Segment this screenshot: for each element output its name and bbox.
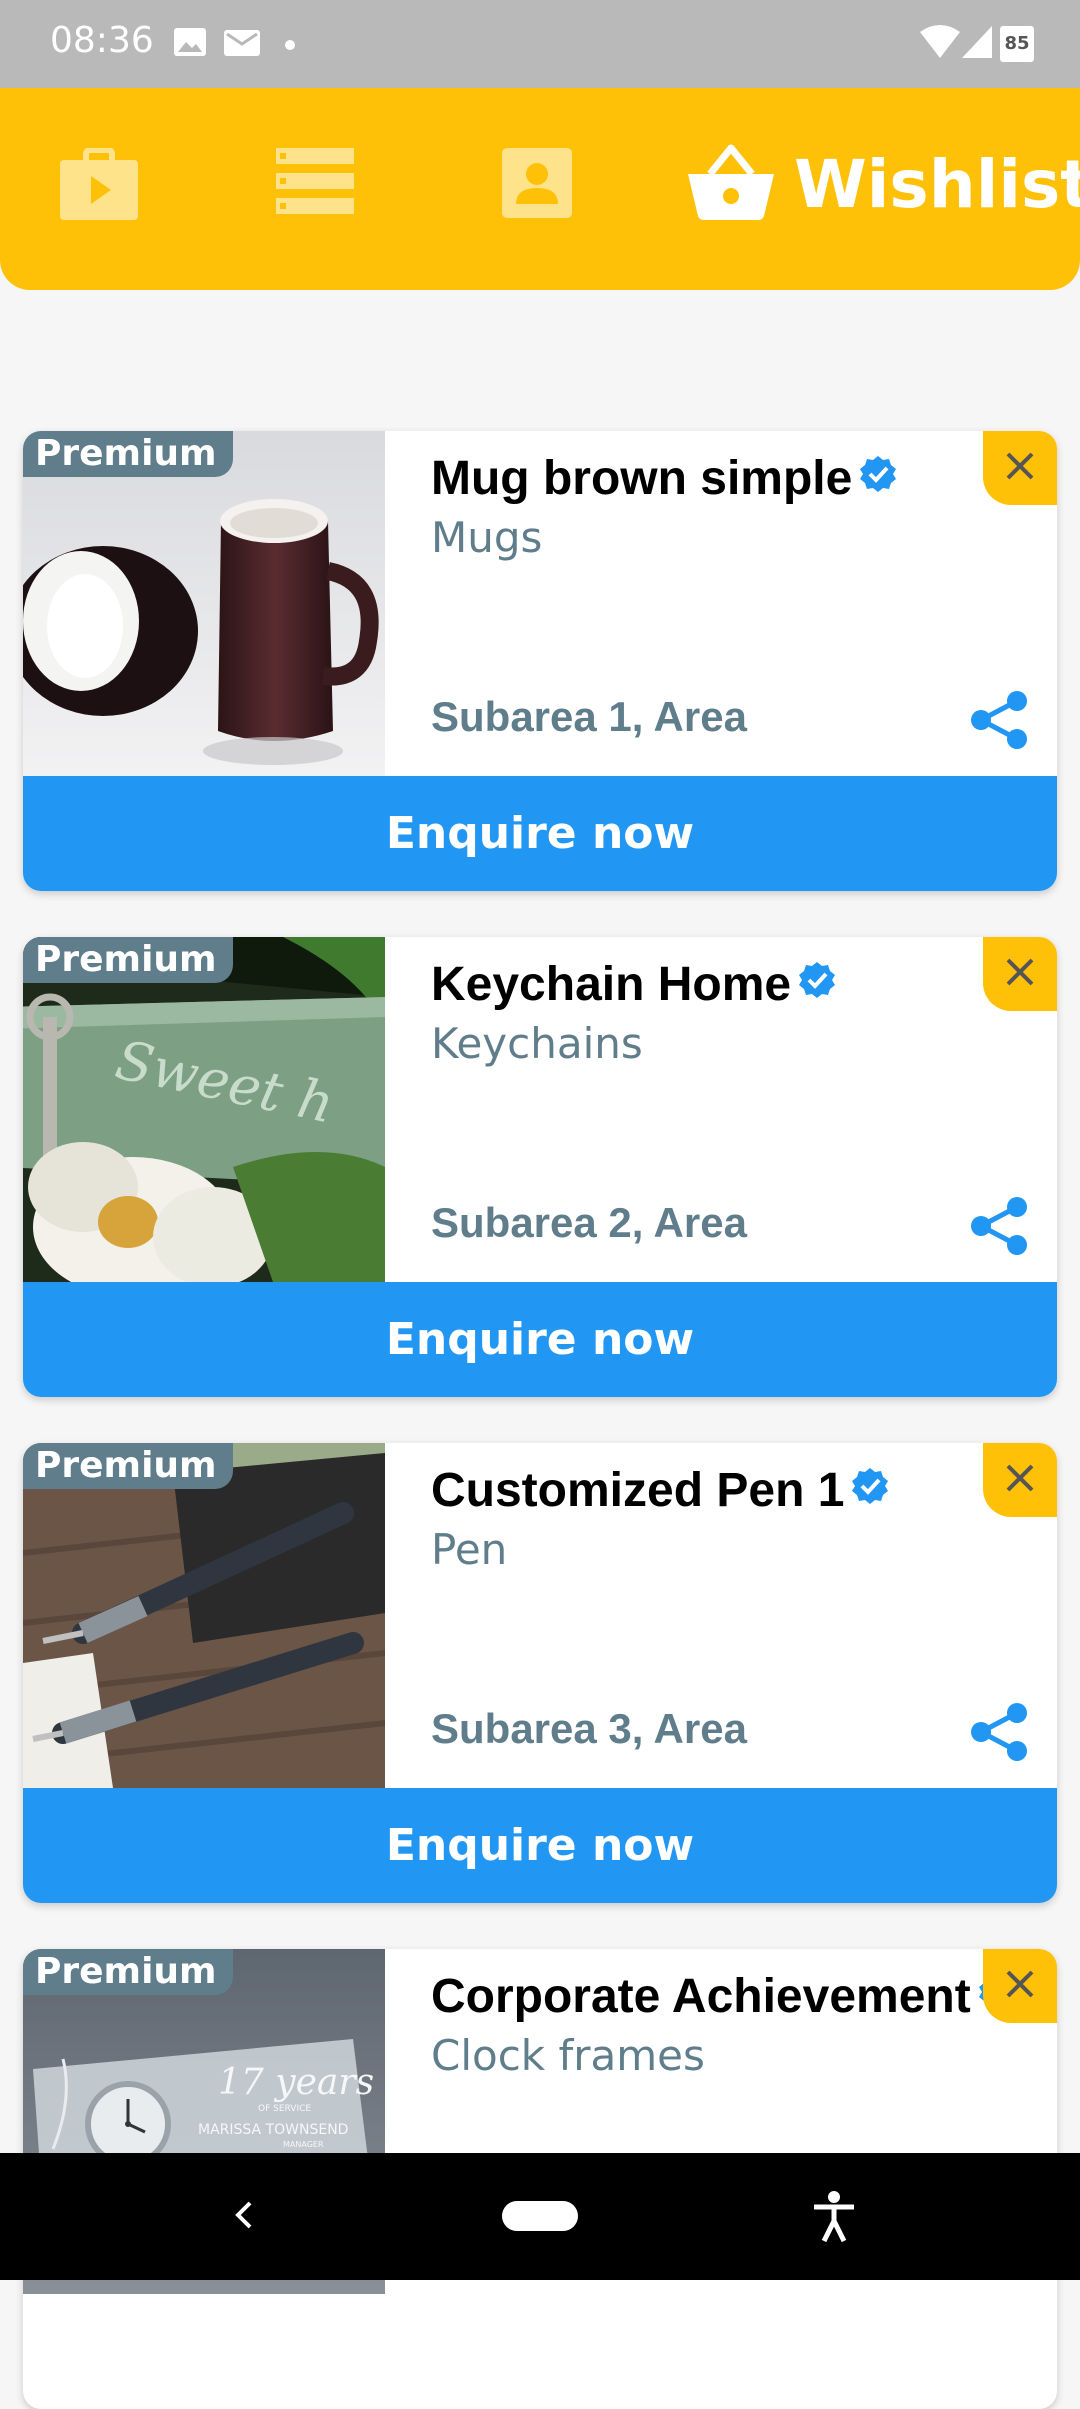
close-icon [1005,451,1035,486]
frame-engraving-years: 17 years [218,2062,374,2103]
card-category: Pen [431,1525,508,1574]
back-icon[interactable] [232,2197,256,2238]
share-icon [969,691,1031,755]
card-title-text: Keychain Home [431,958,792,1011]
card-location: Subarea 1, Area [431,693,747,740]
battery-icon: 85 [1000,26,1034,62]
remove-button[interactable] [983,937,1057,1011]
verified-badge-icon [858,451,898,506]
card-location: Subarea 2, Area [431,1199,747,1246]
card-location: Subarea 3, Area [431,1705,747,1752]
nav-wishlist-label: Wishlist [794,145,1080,223]
card-title-text: Corporate Achievement [431,1970,971,2023]
remove-button[interactable] [983,431,1057,505]
verified-badge-icon [850,1463,890,1518]
nav-contact-tab[interactable] [502,148,572,223]
nav-shop-tab[interactable] [60,147,138,225]
card-title[interactable]: Customized Pen 1 [431,1463,890,1518]
enquire-now-button[interactable]: Enquire now [23,1788,1057,1903]
shop-bag-icon [60,147,138,224]
accessibility-icon[interactable] [812,2191,856,2248]
verified-badge-icon [797,957,837,1012]
nav-wishlist-tab[interactable]: Wishlist [688,134,1080,234]
frame-engraving-title: MANAGER [283,2140,324,2149]
share-button[interactable] [969,1195,1031,1262]
wifi-icon [918,24,962,65]
system-navigation-bar [0,2153,1080,2280]
top-nav: Wishlist [0,88,1080,290]
premium-badge: Premium [23,1949,233,1995]
signal-icon [960,24,994,65]
enquire-now-button[interactable]: Enquire now [23,776,1057,891]
status-bar: 08:36 85 [0,0,1080,88]
card-category: Clock frames [431,2031,705,2080]
list-icon [276,148,354,218]
premium-badge: Premium [23,431,233,477]
close-icon [1005,957,1035,992]
card-category: Keychains [431,1019,643,1068]
share-button[interactable] [969,1701,1031,1768]
mail-icon [222,24,262,65]
wishlist-card: Premium Customized Pen 1 Pen Subarea 3, … [23,1443,1057,1903]
remove-button[interactable] [983,1443,1057,1517]
product-image-mug[interactable] [23,431,385,776]
card-title-text: Mug brown simple [431,452,853,505]
product-image-pen[interactable] [23,1443,385,1788]
premium-badge: Premium [23,937,233,983]
wishlist-card: Premium Mug brown simple Mugs Subarea 1,… [23,431,1057,891]
image-icon [172,24,208,65]
product-image-keychain[interactable]: Sweet h [23,937,385,1282]
wishlist-card: Sweet h Premium Keychain Home Keychains … [23,937,1057,1397]
card-category: Mugs [431,513,543,562]
home-pill-icon[interactable] [502,2201,578,2236]
nav-list-tab[interactable] [276,148,354,219]
dot-icon [284,38,296,56]
share-button[interactable] [969,689,1031,756]
frame-engraving-name: MARISSA TOWNSEND [198,2122,348,2138]
card-title[interactable]: Corporate Achievement [431,1969,1017,2024]
card-title[interactable]: Keychain Home [431,957,837,1012]
share-icon [969,1197,1031,1261]
close-icon [1005,1463,1035,1498]
enquire-now-button[interactable]: Enquire now [23,1282,1057,1397]
remove-button[interactable] [983,1949,1057,2023]
close-icon [1005,1969,1035,2004]
status-time: 08:36 [50,20,154,61]
card-title[interactable]: Mug brown simple [431,451,898,506]
contact-card-icon [502,148,572,222]
frame-engraving-service: OF SERVICE [258,2104,311,2114]
premium-badge: Premium [23,1443,233,1489]
card-title-text: Customized Pen 1 [431,1464,845,1517]
share-icon [969,1703,1031,1767]
basket-icon [688,144,774,225]
